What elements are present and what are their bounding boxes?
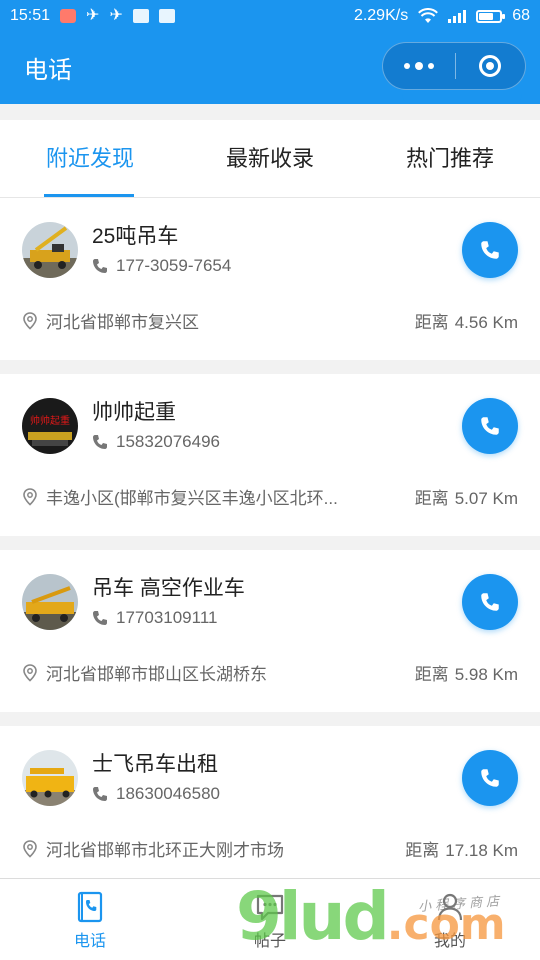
listing-address: 河北省邯郸市复兴区	[46, 313, 199, 332]
listing-card[interactable]: 士飞吊车出租 18630046580 河北省邯郸市北环正大刚才市场 距离 17.1…	[0, 726, 540, 888]
location-pin-icon	[23, 487, 37, 506]
mini-program-capsule	[382, 42, 526, 90]
address-row: 河北省邯郸市复兴区	[22, 308, 199, 333]
distance-label: 距离	[405, 841, 440, 860]
phone-book-icon	[77, 891, 103, 923]
listing-name: 帅帅起重	[92, 401, 176, 424]
address-row: 河北省邯郸市北环正大刚才市场	[22, 836, 284, 861]
listing-card[interactable]: 25吨吊车 177-3059-7654 河北省邯郸市复兴区 距离 4.56 Km	[0, 198, 540, 360]
listing-address: 丰逸小区(邯郸市复兴区丰逸小区北环...	[46, 489, 338, 508]
location-pin-icon	[23, 663, 37, 682]
distance-label: 距离	[414, 665, 449, 684]
search-bar-edge	[402, 94, 522, 104]
nav-label: 帖子	[253, 933, 286, 950]
phone-icon	[481, 769, 499, 787]
listing-name: 士飞吊车出租	[92, 753, 218, 776]
nav-label: 电话	[73, 933, 106, 950]
call-button[interactable]	[462, 222, 518, 278]
tab-popular[interactable]: 热门推荐	[360, 120, 540, 197]
avatar-logo-text: 帅帅起重	[30, 414, 70, 427]
person-icon	[437, 893, 463, 921]
phone-row: 18630046580	[92, 784, 220, 804]
nav-phone[interactable]: 电话	[0, 879, 180, 960]
listing-phone: 15832076496	[116, 432, 221, 451]
listing-name: 25吨吊车	[92, 225, 179, 248]
call-button[interactable]	[462, 574, 518, 630]
network-speed: 2.29K/s	[353, 7, 409, 24]
app-icon	[158, 9, 175, 23]
distance: 距离 5.98 Km	[415, 660, 518, 685]
dot-icon	[403, 63, 410, 69]
bottom-nav: 电话 帖子 我的	[0, 878, 540, 960]
listing-address: 河北省邯郸市北环正大刚才市场	[46, 841, 284, 860]
listing-phone: 177-3059-7654	[116, 256, 232, 275]
book-icon	[132, 9, 149, 23]
distance-value: 4.56 Km	[454, 313, 518, 332]
nav-label: 我的	[433, 933, 466, 950]
airplane-icon: ✈	[109, 7, 123, 24]
page-title: 电话	[24, 57, 72, 84]
phone-row: 17703109111	[92, 608, 217, 628]
dot-icon	[427, 63, 434, 69]
status-time: 15:51	[10, 7, 51, 24]
address-row: 丰逸小区(邯郸市复兴区丰逸小区北环...	[22, 484, 338, 509]
dot-icon	[414, 62, 423, 70]
listing-phone: 17703109111	[116, 608, 218, 627]
status-bar: 15:51 ✈ ✈ 2.29K/s 68	[0, 0, 540, 32]
listing-list: 25吨吊车 177-3059-7654 河北省邯郸市复兴区 距离 4.56 Km …	[0, 198, 540, 902]
phone-icon	[481, 241, 499, 259]
phone-icon	[93, 611, 107, 625]
avatar	[22, 574, 78, 630]
call-button[interactable]	[462, 398, 518, 454]
notification-icon	[60, 9, 77, 23]
phone-icon	[481, 593, 499, 611]
location-pin-icon	[23, 311, 37, 330]
location-pin-icon	[23, 839, 37, 858]
call-button[interactable]	[462, 750, 518, 806]
chat-bubble-icon	[256, 894, 284, 921]
more-menu-button[interactable]	[383, 62, 455, 70]
avatar	[22, 222, 78, 278]
target-icon	[479, 55, 502, 77]
avatar	[22, 750, 78, 806]
address-row: 河北省邯郸市邯山区长湖桥东	[22, 660, 267, 685]
distance: 距离 5.07 Km	[415, 484, 518, 509]
phone-icon	[93, 259, 107, 273]
battery-icon	[476, 9, 506, 23]
tab-latest[interactable]: 最新收录	[180, 120, 360, 197]
distance: 距离 17.18 Km	[405, 836, 518, 861]
nav-profile[interactable]: 我的	[360, 879, 540, 960]
nav-posts[interactable]: 帖子	[180, 879, 360, 960]
signal-icon	[448, 9, 467, 23]
phone-icon	[93, 787, 107, 801]
battery-percent: 68	[512, 7, 530, 24]
distance-label: 距离	[414, 313, 449, 332]
airplane-icon: ✈	[86, 7, 100, 24]
distance-value: 17.18 Km	[445, 841, 518, 860]
listing-card[interactable]: 吊车 高空作业车 17703109111 河北省邯郸市邯山区长湖桥东 距离 5.9…	[0, 550, 540, 712]
distance: 距离 4.56 Km	[415, 308, 518, 333]
phone-row: 15832076496	[92, 432, 220, 452]
phone-icon	[481, 417, 499, 435]
distance-value: 5.07 Km	[454, 489, 518, 508]
distance-value: 5.98 Km	[454, 665, 518, 684]
phone-row: 177-3059-7654	[92, 256, 231, 276]
wifi-icon	[418, 8, 439, 23]
listing-card[interactable]: 帅帅起重 帅帅起重 15832076496 丰逸小区(邯郸市复兴区丰逸小区北环.…	[0, 374, 540, 536]
listing-phone: 18630046580	[116, 784, 221, 803]
close-mini-program-button[interactable]	[456, 55, 526, 77]
tab-nearby[interactable]: 附近发现	[0, 120, 180, 197]
listing-name: 吊车 高空作业车	[92, 577, 245, 600]
tab-bar: 附近发现 最新收录 热门推荐	[0, 120, 540, 198]
listing-address: 河北省邯郸市邯山区长湖桥东	[46, 665, 267, 684]
avatar: 帅帅起重	[22, 398, 78, 454]
distance-label: 距离	[414, 489, 449, 508]
phone-icon	[93, 435, 107, 449]
